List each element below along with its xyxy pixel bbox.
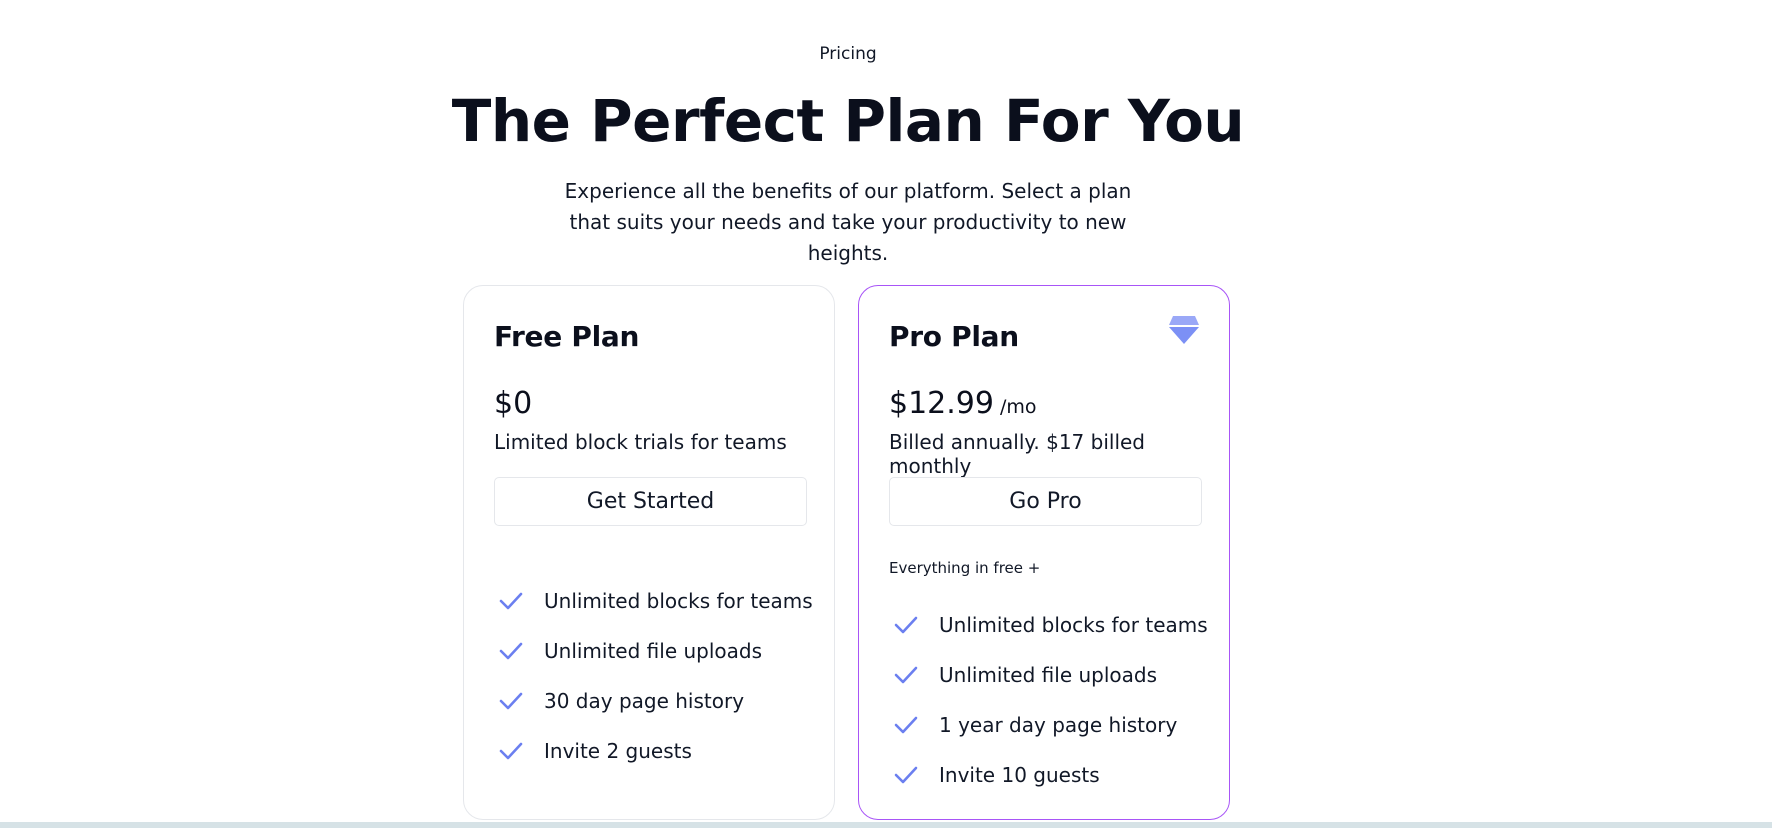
feature-label: 1 year day page history bbox=[939, 713, 1178, 737]
feature-item: Unlimited file uploads bbox=[494, 626, 813, 676]
feature-item: Unlimited blocks for teams bbox=[889, 600, 1208, 650]
page-subtitle: Experience all the benefits of our platf… bbox=[564, 179, 1132, 265]
feature-item: Unlimited file uploads bbox=[889, 650, 1208, 700]
plan-name: Pro Plan bbox=[889, 320, 1019, 353]
pricing-page: Pricing The Perfect Plan For You Experie… bbox=[0, 0, 1772, 828]
check-icon bbox=[499, 642, 523, 660]
check-icon bbox=[499, 692, 523, 710]
feature-label: Unlimited blocks for teams bbox=[544, 589, 813, 613]
section-eyebrow: Pricing bbox=[819, 44, 877, 64]
check-icon bbox=[499, 592, 523, 610]
page-bottom-divider bbox=[0, 822, 1772, 828]
plan-name: Free Plan bbox=[494, 320, 640, 353]
check-icon bbox=[894, 766, 918, 784]
price-note: Billed annually. $17 billed monthly bbox=[889, 430, 1145, 478]
feature-list: Unlimited blocks for teams Unlimited fil… bbox=[889, 600, 1208, 800]
price-amount: $0 bbox=[494, 386, 533, 421]
plan-price: $0 bbox=[494, 386, 532, 421]
feature-item: Unlimited blocks for teams bbox=[494, 576, 813, 626]
check-icon bbox=[894, 666, 918, 684]
feature-item: 30 day page history bbox=[494, 676, 813, 726]
feature-label: 30 day page history bbox=[544, 689, 745, 713]
go-pro-button[interactable]: Go Pro bbox=[889, 477, 1202, 526]
feature-label: Invite 10 guests bbox=[939, 763, 1100, 787]
check-icon bbox=[894, 616, 918, 634]
price-amount: $12.99 bbox=[889, 386, 994, 421]
check-icon bbox=[894, 716, 918, 734]
feature-label: Unlimited blocks for teams bbox=[939, 613, 1208, 637]
check-icon bbox=[499, 742, 523, 760]
features-intro: Everything in free + bbox=[889, 559, 1041, 577]
plan-price: $12.99/mo bbox=[889, 386, 1037, 421]
get-started-button[interactable]: Get Started bbox=[494, 477, 807, 526]
free-plan-card: Free Plan $0 Limited block trials for te… bbox=[463, 285, 835, 820]
feature-label: Invite 2 guests bbox=[544, 739, 692, 763]
price-note: Limited block trials for teams bbox=[494, 430, 787, 454]
page-title: The Perfect Plan For You bbox=[451, 87, 1245, 155]
feature-item: 1 year day page history bbox=[889, 700, 1208, 750]
pro-plan-card: Pro Plan $12.99/mo Billed annually. $17 … bbox=[858, 285, 1230, 820]
price-period: /mo bbox=[999, 396, 1037, 418]
diamond-icon bbox=[1169, 316, 1199, 344]
feature-label: Unlimited file uploads bbox=[544, 639, 763, 663]
feature-item: Invite 2 guests bbox=[494, 726, 813, 776]
feature-list: Unlimited blocks for teams Unlimited fil… bbox=[494, 576, 813, 776]
feature-item: Invite 10 guests bbox=[889, 750, 1208, 800]
feature-label: Unlimited file uploads bbox=[939, 663, 1158, 687]
